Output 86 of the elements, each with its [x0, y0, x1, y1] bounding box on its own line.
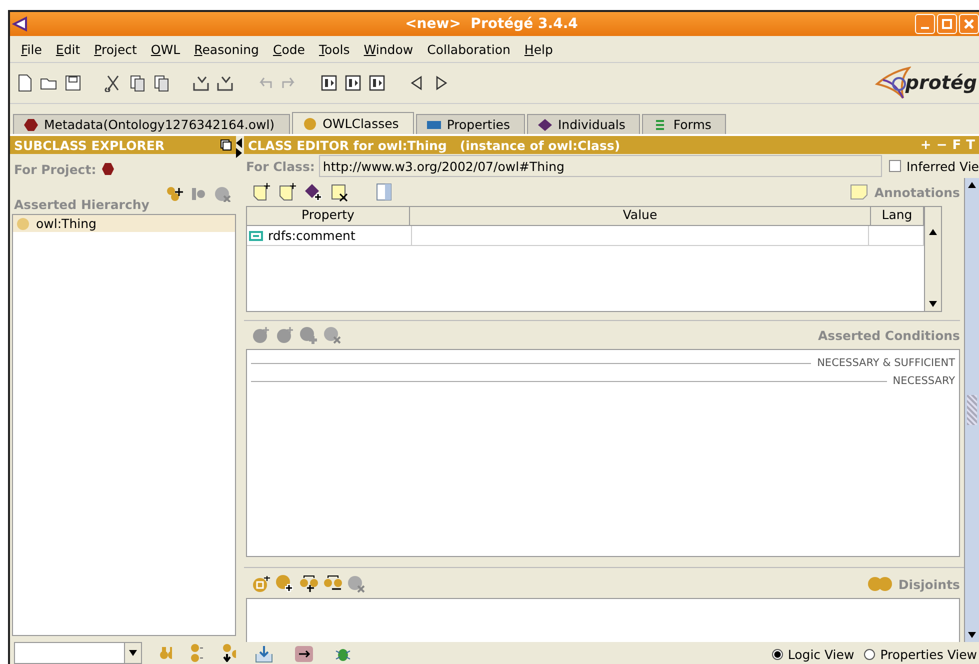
panel-title: CLASS EDITOR for owl:Thing (instance of owl:Class)	[248, 138, 620, 152]
query-icon[interactable]	[320, 74, 338, 92]
menu-item[interactable]: OWL	[144, 40, 188, 58]
scroll-bar[interactable]	[964, 178, 979, 642]
columns-icon[interactable]	[376, 183, 392, 201]
view-radio[interactable]: Logic View	[772, 646, 854, 662]
menu-item[interactable]: Code	[266, 40, 312, 58]
classes-icon	[302, 118, 317, 130]
search-field[interactable]	[14, 642, 142, 664]
menu-item[interactable]: Help	[517, 40, 560, 58]
menu-item[interactable]: Edit	[48, 40, 88, 58]
individuals-icon	[538, 118, 552, 130]
scroll-down-icon[interactable]	[929, 301, 937, 307]
window-icon[interactable]	[220, 139, 232, 151]
scroll-up-icon[interactable]	[929, 229, 937, 235]
section-label: NECESSARY	[892, 375, 955, 387]
add-all-siblings-icon[interactable]	[300, 575, 318, 593]
conditions-label: Asserted Conditions	[818, 328, 960, 342]
section-label: NECESSARY & SUFFICIENT	[817, 357, 955, 369]
scroll-up-icon[interactable]	[968, 182, 976, 188]
import-icon[interactable]	[192, 74, 210, 92]
disjoints-label: Disjoints	[898, 576, 960, 592]
add-annotation-icon[interactable]	[252, 182, 272, 202]
column-header[interactable]: Value	[410, 207, 871, 225]
collapse-icon[interactable]	[190, 644, 204, 662]
menu-item[interactable]: File	[14, 40, 49, 58]
expand-right-icon[interactable]	[236, 148, 242, 158]
annotations-label: Annotations	[874, 184, 960, 200]
menu-item[interactable]: Tools	[312, 40, 357, 58]
scroll-thumb[interactable]	[967, 395, 977, 425]
add-subclass-icon[interactable]	[166, 186, 184, 202]
remove-disjoint-icon[interactable]	[348, 575, 366, 593]
maximize-icon	[941, 18, 953, 30]
menu-item[interactable]: Window	[356, 40, 420, 58]
view-radio[interactable]: Properties View	[864, 646, 977, 662]
app-icon	[12, 16, 28, 32]
tab[interactable]: Individuals	[527, 114, 640, 134]
class-icon	[16, 216, 30, 230]
save-icon[interactable]	[64, 74, 82, 92]
for-class-label: For Class:	[246, 158, 315, 174]
tab[interactable]: Metadata(Ontology1276342164.owl)	[13, 114, 290, 134]
class-uri-field[interactable]: http://www.w3.org/2002/07/owl#Thing	[318, 155, 882, 177]
panel-title: SUBCLASS EXPLORER	[14, 138, 165, 152]
tab[interactable]: Forms	[642, 114, 726, 134]
delete-annotation-icon[interactable]	[330, 182, 350, 202]
download-icon[interactable]	[254, 645, 274, 663]
tab[interactable]: Properties	[416, 114, 525, 134]
maximize-button[interactable]	[937, 14, 957, 34]
menu-item[interactable]: Collaboration	[420, 40, 518, 58]
remove-condition-icon[interactable]	[324, 326, 342, 344]
close-icon	[963, 18, 975, 30]
disjoint-classes-icon	[868, 576, 892, 592]
column-header[interactable]: Property	[247, 207, 410, 225]
expand-icon[interactable]	[221, 644, 236, 662]
window-title: <new> Protégé 3.4.4	[404, 16, 579, 32]
properties-icon	[426, 118, 441, 130]
copy-icon[interactable]	[128, 74, 146, 92]
protege-logo: protég	[873, 66, 977, 100]
delete-class-icon[interactable]	[214, 186, 232, 202]
tree-item[interactable]: owl:Thing	[13, 215, 235, 232]
minimize-button[interactable]	[915, 14, 935, 34]
class-icon[interactable]	[344, 74, 362, 92]
for-project-label: For Project:	[14, 162, 96, 176]
new-file-icon[interactable]	[16, 74, 34, 92]
instance-icon[interactable]	[368, 74, 386, 92]
paste-icon[interactable]	[152, 74, 170, 92]
menu-item[interactable]: Project	[87, 40, 144, 58]
note-icon	[850, 184, 868, 200]
table-cell: rdfs:comment	[247, 226, 412, 245]
add-individual-icon[interactable]	[304, 182, 324, 202]
tab[interactable]: OWLClasses	[292, 112, 414, 134]
hierarchy-label: Asserted Hierarchy	[14, 197, 150, 212]
menu-item[interactable]: Reasoning	[187, 40, 266, 58]
property-icon	[249, 230, 263, 240]
scroll-bar[interactable]	[924, 207, 941, 311]
add-disjoint-icon[interactable]	[252, 575, 270, 593]
add-document-icon[interactable]	[278, 182, 298, 202]
scroll-down-icon[interactable]	[968, 632, 976, 638]
minimize-icon	[921, 27, 929, 29]
close-button[interactable]	[959, 14, 979, 34]
export-icon[interactable]	[216, 74, 234, 92]
remove-siblings-icon[interactable]	[324, 575, 342, 593]
metadata-icon	[24, 118, 38, 130]
add-class-icon[interactable]	[276, 575, 294, 593]
dropdown-icon	[129, 650, 137, 656]
ontology-icon	[102, 163, 114, 175]
